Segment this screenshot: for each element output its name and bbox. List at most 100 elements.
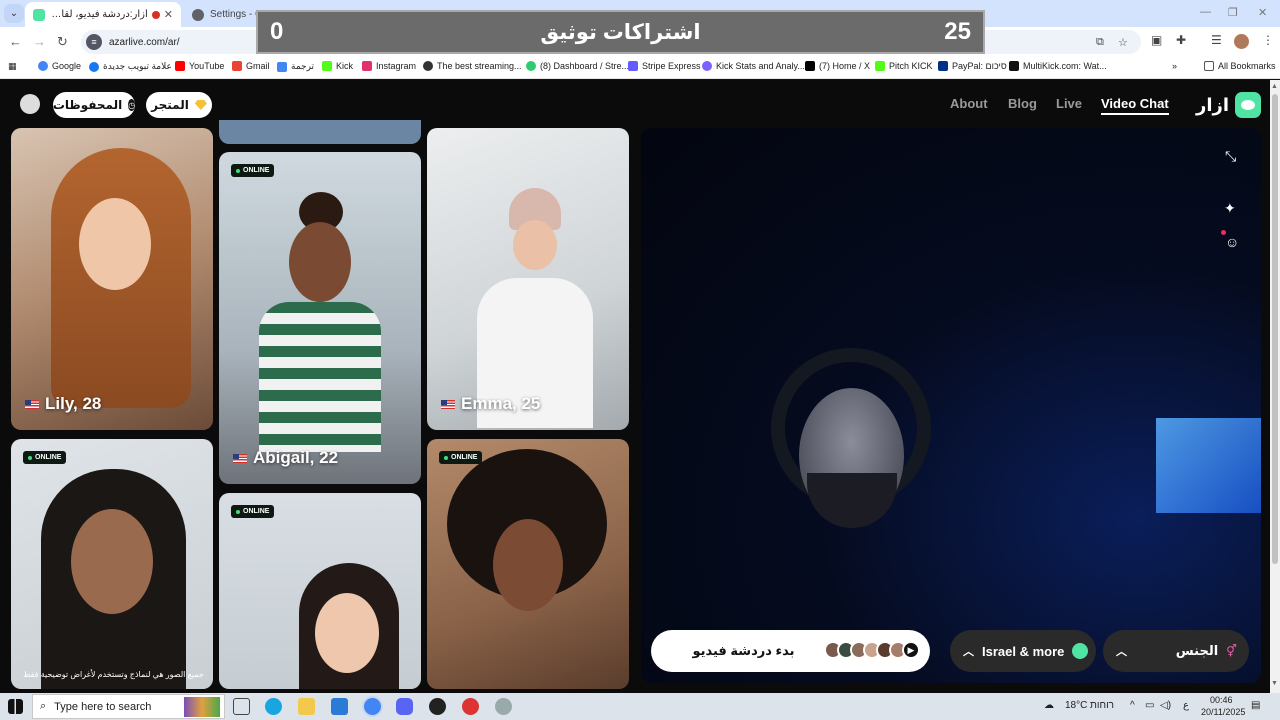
- face-filter-icon[interactable]: ☺: [1225, 234, 1239, 250]
- reload-icon[interactable]: ↻: [57, 34, 68, 50]
- mail-icon[interactable]: [331, 698, 348, 715]
- overlay-title: اشتراكات توثيق: [540, 21, 701, 44]
- preview-beard: [807, 473, 897, 528]
- all-bookmarks[interactable]: All Bookmarks: [1204, 61, 1276, 71]
- start-video-chat-button[interactable]: بدء دردشة فيديو ▶: [651, 630, 930, 672]
- profile-card-online-3[interactable]: ONLINE: [427, 439, 629, 689]
- language-indicator[interactable]: ع: [1183, 700, 1189, 711]
- reading-list-icon[interactable]: ☰: [1211, 33, 1222, 47]
- bookmark-pitch-kick[interactable]: Pitch KICK: [875, 61, 933, 71]
- bookmark-paypal[interactable]: PayPal: סיכום: [938, 61, 1007, 71]
- scrollbar-thumb[interactable]: [1272, 94, 1278, 564]
- gender-selector[interactable]: ︿ الجنس ⚥: [1103, 630, 1249, 672]
- azar-logo[interactable]: ازار: [1196, 92, 1262, 118]
- nav-live[interactable]: Live: [1056, 96, 1082, 111]
- bookmark-gmail[interactable]: Gmail: [232, 61, 270, 71]
- region-selector[interactable]: ︿ Israel & more: [950, 630, 1096, 672]
- profile-card-partial[interactable]: [219, 120, 421, 144]
- site-info-icon[interactable]: ≡: [86, 34, 102, 50]
- app-icon[interactable]: [462, 698, 479, 715]
- back-icon[interactable]: ←: [9, 34, 22, 49]
- profile-name: Emma, 25: [441, 394, 540, 414]
- kick-stats-icon: [702, 61, 712, 71]
- azar-page: المحفوظات ◷ المتجر About Blog Live Video…: [0, 80, 1270, 693]
- task-view-icon[interactable]: [233, 698, 250, 715]
- shrink-icon[interactable]: ⤡: [1225, 148, 1236, 165]
- extension-icon[interactable]: ▣: [1151, 33, 1162, 47]
- file-explorer-icon[interactable]: [298, 698, 315, 715]
- bookmark-label: YouTube: [189, 61, 225, 71]
- gmail-icon: [232, 61, 242, 71]
- bookmark-dashboard[interactable]: (8) Dashboard / Stre...: [526, 61, 629, 71]
- sparkle-effects-icon[interactable]: ✦: [1224, 200, 1236, 217]
- us-flag-icon: [25, 399, 39, 409]
- clock-date[interactable]: 20/11/2025: [1201, 707, 1245, 717]
- bookmark-label: Gmail: [246, 61, 270, 71]
- saved-button[interactable]: المحفوظات ◷: [53, 92, 136, 118]
- network-icon[interactable]: ▭: [1145, 700, 1154, 711]
- tray-overflow-icon[interactable]: ^: [1130, 700, 1135, 711]
- profile-card-emma[interactable]: Emma, 25: [427, 128, 629, 430]
- nav-video-chat[interactable]: Video Chat: [1101, 96, 1169, 115]
- chrome-icon[interactable]: [364, 698, 381, 715]
- clock-time[interactable]: 00:46: [1210, 695, 1233, 705]
- bookmark-stripe[interactable]: Stripe Express: [628, 61, 701, 71]
- photo-face: [79, 198, 151, 290]
- extensions-puzzle-icon[interactable]: ✚: [1176, 33, 1186, 47]
- online-badge: ONLINE: [231, 505, 275, 518]
- profile-card-online-2[interactable]: ONLINE: [219, 493, 421, 689]
- bookmark-youtube[interactable]: YouTube: [175, 61, 224, 71]
- scroll-down-icon[interactable]: ▼: [1271, 680, 1278, 687]
- forward-icon[interactable]: →: [33, 34, 46, 49]
- azar-logo-icon: [1235, 92, 1262, 118]
- bookmark-label: علامة تبويب جديدة: [103, 61, 172, 71]
- bookmark-kick-stats[interactable]: Kick Stats and Analy...: [702, 61, 805, 71]
- photo-face: [513, 220, 557, 270]
- windows-start-icon[interactable]: [8, 699, 23, 714]
- profile-card-lily[interactable]: Lily, 28: [11, 128, 213, 430]
- apps-grid-icon[interactable]: ▦: [8, 61, 17, 72]
- tab-search-button[interactable]: ⌄: [4, 4, 24, 23]
- page-scrollbar[interactable]: ▲ ▼: [1270, 80, 1280, 693]
- app-icon[interactable]: [495, 698, 512, 715]
- nav-blog[interactable]: Blog: [1008, 96, 1037, 111]
- user-avatar-icon[interactable]: [20, 94, 40, 114]
- close-tab-icon[interactable]: ✕: [164, 8, 173, 21]
- bookmark-streaming[interactable]: The best streaming...: [423, 61, 522, 71]
- weather-temp[interactable]: 18°C: [1065, 700, 1087, 711]
- weather-icon[interactable]: ☁: [1044, 700, 1054, 711]
- profile-card-online-1[interactable]: ONLINE جميع الصور هي لنماذج وتستخدم لأغر…: [11, 439, 213, 689]
- profile-card-abigail[interactable]: ONLINE Abigail, 22: [219, 152, 421, 484]
- weather-text[interactable]: רוחות: [1090, 700, 1114, 711]
- bookmarks-overflow-icon[interactable]: »: [1172, 61, 1177, 71]
- windows-taskbar: ⌕ Type here to search ☁ 18°C רוחות ^ ▭ ◁…: [0, 693, 1280, 720]
- bookmark-translate[interactable]: ترجمة: [277, 61, 314, 72]
- edge-icon[interactable]: [265, 698, 282, 715]
- bookmark-star-icon[interactable]: ☆: [1118, 36, 1128, 49]
- bookmark-x[interactable]: (7) Home / X: [805, 61, 870, 71]
- streaming-icon: [423, 61, 433, 71]
- discord-icon[interactable]: [396, 698, 413, 715]
- bookmark-label: (7) Home / X: [819, 61, 871, 71]
- menu-kebab-icon[interactable]: ⋮: [1262, 33, 1274, 47]
- close-window-icon[interactable]: ✕: [1258, 6, 1267, 19]
- store-button[interactable]: المتجر: [146, 92, 212, 118]
- nav-about[interactable]: About: [950, 96, 988, 111]
- install-app-icon[interactable]: ⧉: [1096, 36, 1104, 49]
- obs-icon[interactable]: [429, 698, 446, 715]
- profile-avatar[interactable]: [1234, 34, 1249, 49]
- online-text: ONLINE: [243, 167, 270, 174]
- taskbar-search[interactable]: ⌕ Type here to search: [32, 694, 225, 719]
- stripe-icon: [628, 61, 638, 71]
- notifications-icon[interactable]: ▤: [1251, 700, 1260, 711]
- volume-icon[interactable]: ◁): [1160, 700, 1171, 711]
- restore-icon[interactable]: ❐: [1228, 6, 1238, 19]
- bookmark-instagram[interactable]: Instagram: [362, 61, 416, 71]
- tab-azar[interactable]: أزار:دردشة فيديو، لقاء الأصدقاء ✕: [25, 2, 181, 27]
- bookmark-google[interactable]: Google: [38, 61, 81, 71]
- minimize-icon[interactable]: —: [1200, 6, 1211, 18]
- bookmark-multikick[interactable]: MultiKick.com: Wat...: [1009, 61, 1107, 71]
- scroll-up-icon[interactable]: ▲: [1271, 83, 1278, 90]
- bookmark-new-tab[interactable]: علامة تبويب جديدة: [89, 61, 172, 72]
- bookmark-kick[interactable]: Kick: [322, 61, 353, 71]
